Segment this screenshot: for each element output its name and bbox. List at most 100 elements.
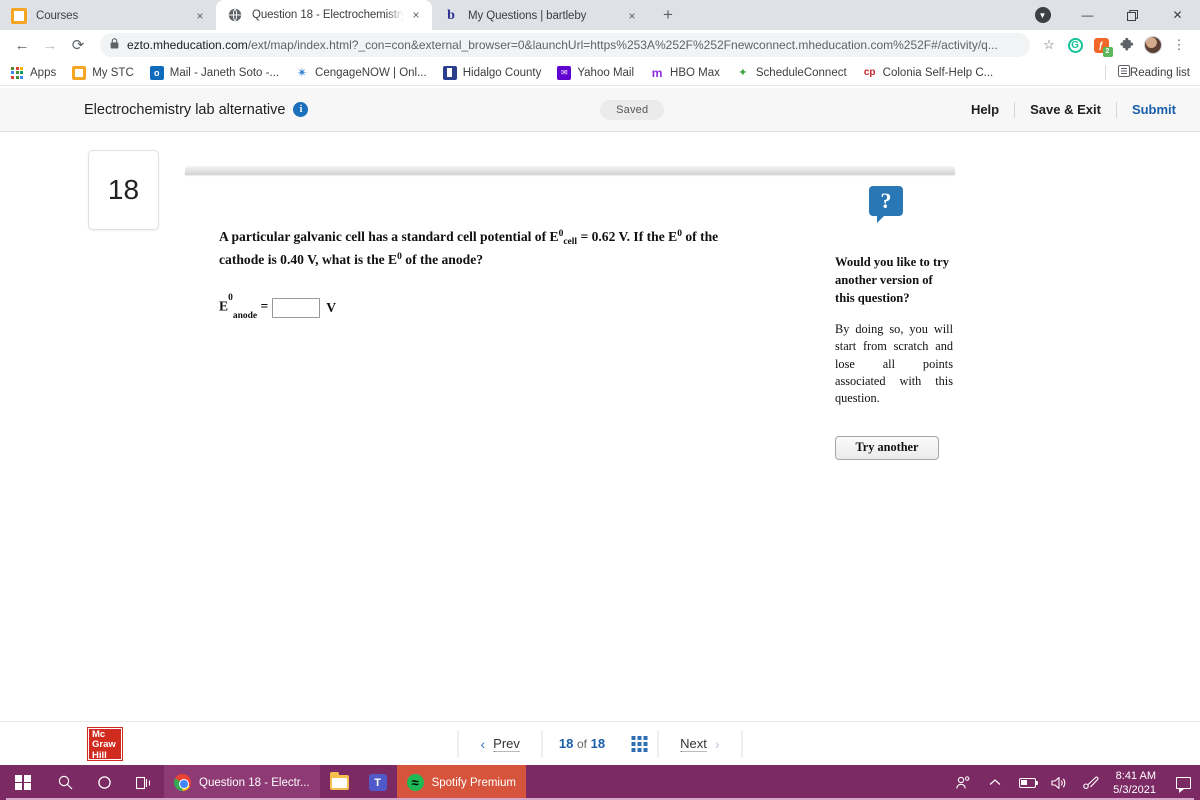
- answer-row: E0anode = V: [219, 293, 336, 321]
- bookmark-label: Mail - Janeth Soto -...: [169, 66, 280, 79]
- clock-date: 5/3/2021: [1113, 783, 1156, 796]
- back-icon[interactable]: ←: [8, 31, 36, 59]
- volume-icon[interactable]: [1043, 765, 1075, 800]
- bookmark-hbo-max[interactable]: m HBO Max: [650, 66, 720, 80]
- question-footer: Mc Graw Hill ‹ Prev 18 of 18 Next ›: [0, 721, 1200, 765]
- bookmark-label: Hidalgo County: [462, 66, 542, 79]
- file-explorer-icon: [329, 772, 349, 790]
- bookmark-mail-janeth-soto[interactable]: o Mail - Janeth Soto -...: [149, 65, 280, 80]
- bookmark-cengagenow[interactable]: ✴ CengageNOW | Onl...: [295, 64, 427, 80]
- answer-input[interactable]: [272, 298, 321, 318]
- yahoo-mail-icon: ✉: [557, 65, 572, 80]
- scheduleconnect-icon: ✦: [738, 67, 748, 79]
- close-icon[interactable]: ×: [624, 8, 640, 24]
- profile-chip[interactable]: ▼: [1020, 0, 1065, 30]
- pagination: ‹ Prev 18 of 18 Next ›: [457, 722, 743, 766]
- question-number-badge: 18: [88, 150, 159, 230]
- card-top-bar: [185, 166, 955, 175]
- action-center-icon[interactable]: [1166, 765, 1200, 800]
- of-label: of: [576, 737, 588, 751]
- bookmark-my-stc[interactable]: My STC: [72, 65, 134, 80]
- next-question-button[interactable]: Next ›: [658, 736, 741, 752]
- bookmark-label: HBO Max: [670, 66, 720, 79]
- mcgraw-hill-logo: Mc Graw Hill: [88, 728, 122, 760]
- browser-tab-courses[interactable]: Courses ×: [0, 2, 216, 30]
- taskbar-app-spotify[interactable]: Spotify Premium: [396, 765, 526, 800]
- reload-icon[interactable]: ⟳: [64, 31, 92, 59]
- maximize-button[interactable]: [1110, 0, 1155, 30]
- chevron-right-icon: ›: [714, 735, 720, 752]
- address-bar-text: ezto.mheducation.com/ext/map/index.html?…: [127, 38, 1020, 52]
- show-hidden-icons-chevron[interactable]: [979, 765, 1011, 800]
- question-mark-icon: ?: [869, 186, 903, 223]
- reading-list-label: Reading list: [1129, 66, 1190, 79]
- question-grid-icon[interactable]: [631, 735, 648, 752]
- taskbar-app-teams[interactable]: T: [359, 765, 397, 800]
- bookmark-apps[interactable]: Apps: [10, 66, 56, 80]
- close-icon[interactable]: ×: [408, 7, 424, 23]
- save-and-exit-button[interactable]: Save & Exit: [1015, 102, 1116, 118]
- hbomax-icon: m: [651, 65, 663, 80]
- bookmark-label: ScheduleConnect: [755, 66, 847, 79]
- pen-icon[interactable]: [1075, 765, 1107, 800]
- taskbar-clock[interactable]: 8:41 AM 5/3/2021: [1107, 769, 1166, 797]
- profile-avatar[interactable]: [1140, 32, 1166, 58]
- page-content: Electrochemistry lab alternative i Saved…: [0, 88, 1200, 765]
- bartleby-b-icon: b: [447, 8, 455, 23]
- task-view-icon[interactable]: [124, 765, 164, 800]
- spotify-icon: [406, 774, 424, 791]
- forward-icon[interactable]: →: [36, 31, 64, 59]
- people-icon[interactable]: [947, 765, 979, 800]
- orange-extension-icon[interactable]: ƒ2: [1088, 32, 1114, 58]
- status-badge: Saved: [600, 99, 665, 120]
- globe-icon: [227, 7, 243, 23]
- bookmark-label: Colonia Self-Help C...: [882, 66, 994, 79]
- microsoft-teams-icon: T: [368, 774, 387, 791]
- notepad-icon: [11, 8, 27, 24]
- question-prompt: A particular galvanic cell has a standar…: [219, 229, 719, 268]
- colonia-icon: cp: [863, 67, 876, 78]
- cengage-icon: ✴: [296, 64, 308, 80]
- taskbar-app-chrome[interactable]: Question 18 - Electr...: [164, 765, 320, 800]
- search-icon[interactable]: [46, 765, 85, 800]
- taskbar-app-label: Question 18 - Electr...: [199, 776, 310, 789]
- submit-button[interactable]: Submit: [1117, 102, 1176, 118]
- notepad-icon: [72, 65, 87, 80]
- close-icon[interactable]: ×: [192, 8, 208, 24]
- grammarly-extension-icon[interactable]: G: [1062, 32, 1088, 58]
- system-tray: 8:41 AM 5/3/2021: [947, 765, 1200, 800]
- prev-question-button[interactable]: ‹ Prev: [458, 736, 541, 752]
- url-domain: ezto.mheducation.com: [127, 38, 248, 52]
- minimize-button[interactable]: —: [1065, 0, 1110, 30]
- bookmark-colonia-self-help[interactable]: cp Colonia Self-Help C...: [863, 66, 994, 80]
- bookmark-label: CengageNOW | Onl...: [315, 66, 427, 79]
- bookmark-label: Apps: [30, 66, 57, 79]
- windows-start-icon[interactable]: [0, 765, 46, 800]
- divider: [1104, 65, 1106, 80]
- bookmark-yahoo-mail[interactable]: ✉ Yahoo Mail: [557, 65, 634, 80]
- taskbar-app-file-explorer[interactable]: [320, 765, 359, 800]
- bookmark-hidalgo-county[interactable]: Hidalgo County: [442, 65, 542, 80]
- info-icon[interactable]: i: [293, 102, 309, 117]
- bookmark-star-icon[interactable]: ☆: [1036, 32, 1062, 58]
- bookmark-scheduleconnect[interactable]: ✦ ScheduleConnect: [736, 66, 847, 80]
- assignment-title-text: Electrochemistry lab alternative: [84, 101, 286, 118]
- help-button[interactable]: Help: [956, 102, 1014, 118]
- tab-title: Courses: [36, 10, 79, 22]
- answer-label: E0anode =: [219, 293, 269, 321]
- address-bar[interactable]: ezto.mheducation.com/ext/map/index.html?…: [100, 33, 1030, 57]
- bookmarks-bar: Apps My STC o Mail - Janeth Soto -... ✴ …: [0, 60, 1200, 86]
- bookmark-label: My STC: [92, 66, 134, 79]
- browser-tab-bartleby[interactable]: b My Questions | bartleby ×: [432, 2, 648, 30]
- battery-icon[interactable]: [1011, 765, 1043, 800]
- next-label: Next: [680, 735, 707, 752]
- prev-label: Prev: [493, 735, 520, 752]
- cortana-icon[interactable]: [85, 765, 124, 800]
- chrome-menu-icon[interactable]: ⋮: [1166, 32, 1192, 58]
- try-another-button[interactable]: Try another: [835, 435, 939, 460]
- new-tab-button[interactable]: +: [654, 1, 682, 29]
- reading-list-button[interactable]: Reading list: [1104, 65, 1190, 80]
- browser-tab-question-18[interactable]: Question 18 - Electrochemistry la ×: [216, 0, 432, 30]
- close-window-button[interactable]: ✕: [1155, 0, 1200, 30]
- extensions-puzzle-icon[interactable]: [1114, 32, 1140, 58]
